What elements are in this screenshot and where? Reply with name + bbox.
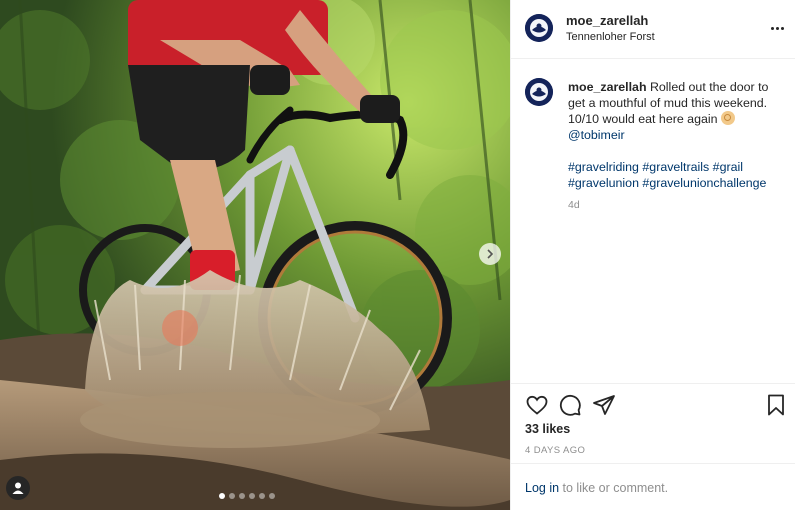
paper-plane-icon — [593, 395, 615, 415]
login-link[interactable]: Log in — [525, 481, 559, 495]
post-actions: 33 likes 4 DAYS AGO — [511, 383, 795, 463]
likes-count[interactable]: 33 likes — [525, 422, 570, 436]
hashtag-link[interactable]: #grail — [713, 160, 743, 174]
save-button[interactable] — [764, 393, 788, 417]
caption-timestamp[interactable]: 4d — [568, 199, 580, 211]
caption-username[interactable]: moe_zarellah — [568, 80, 647, 94]
post-date[interactable]: 4 DAYS AGO — [525, 445, 585, 456]
cyclist-mud-splash-image — [0, 0, 510, 510]
post-photo[interactable] — [0, 0, 510, 510]
hashtag-link[interactable]: #gravelriding — [568, 160, 639, 174]
hashtag-link[interactable]: #graveltrails — [642, 160, 709, 174]
carousel-dot — [239, 493, 245, 499]
more-options-button[interactable] — [767, 18, 787, 38]
hashtag-link[interactable]: #gravelunion — [568, 176, 639, 190]
carousel-dot — [249, 493, 255, 499]
post-side-panel: moe_zarellah Tennenloher Forst moe_zarel… — [510, 0, 795, 510]
chevron-right-icon — [487, 249, 494, 259]
bookmark-icon — [768, 394, 784, 416]
login-prompt: Log in to like or comment. — [511, 463, 795, 510]
caption-section: moe_zarellah Rolled out the door to get … — [511, 59, 795, 383]
more-options-icon-dot — [780, 26, 784, 30]
more-options-icon — [770, 26, 774, 30]
avatar[interactable] — [525, 14, 553, 42]
more-options-icon-dot — [775, 26, 779, 30]
caption-text: moe_zarellah Rolled out the door to get … — [568, 79, 783, 191]
share-button[interactable] — [592, 393, 616, 417]
header-username[interactable]: moe_zarellah — [566, 13, 648, 28]
profile-logo-icon — [525, 78, 553, 106]
heart-icon — [526, 395, 548, 415]
carousel-dot — [259, 493, 265, 499]
post-header: moe_zarellah Tennenloher Forst — [511, 0, 795, 59]
header-location[interactable]: Tennenloher Forst — [566, 31, 655, 43]
hashtag-list: #gravelriding #graveltrails #grail #grav… — [568, 159, 783, 191]
comment-icon — [559, 394, 581, 416]
like-button[interactable] — [525, 393, 549, 417]
next-photo-button[interactable] — [479, 243, 501, 265]
carousel-indicator — [219, 493, 275, 499]
avatar[interactable] — [525, 78, 553, 106]
tagged-users-button[interactable] — [6, 476, 30, 500]
hashtag-link[interactable]: #gravelunionchallenge — [642, 176, 766, 190]
carousel-dot — [269, 493, 275, 499]
comment-button[interactable] — [558, 393, 582, 417]
mention-link[interactable]: @tobimeir — [568, 128, 625, 142]
login-prompt-text: to like or comment. — [559, 481, 669, 495]
carousel-dot — [219, 493, 225, 499]
profile-logo-icon — [525, 14, 553, 42]
carousel-dot — [229, 493, 235, 499]
user-tag-icon — [12, 482, 24, 494]
ok-hand-emoji-icon — [720, 111, 735, 125]
